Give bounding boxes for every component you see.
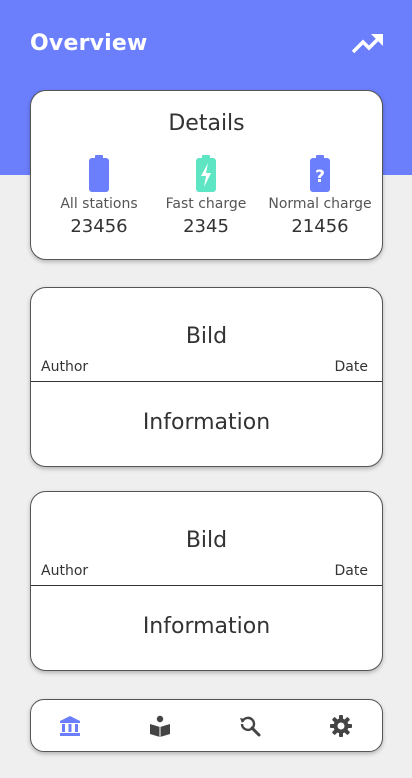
- nav-item-search[interactable]: [238, 714, 262, 738]
- page-title: Overview: [30, 31, 148, 56]
- stat-label: All stations: [60, 196, 138, 212]
- gear-icon: [330, 715, 352, 737]
- battery-icon: [89, 155, 109, 192]
- author-label: Author: [41, 563, 89, 579]
- stat-label: Normal charge: [268, 196, 372, 212]
- information-text: Information: [142, 410, 271, 435]
- details-card: Details All stations 23456 Fast charge 2…: [30, 90, 383, 260]
- nav-item-home[interactable]: [58, 714, 82, 738]
- battery-unknown-icon: ?: [310, 155, 330, 192]
- content-card[interactable]: Bild Author Date Information: [30, 287, 383, 467]
- image-placeholder: Bild: [185, 528, 228, 553]
- svg-text:?: ?: [315, 167, 325, 187]
- information-text: Information: [142, 614, 271, 639]
- book-reader-icon: [150, 715, 170, 737]
- details-title: Details: [168, 111, 245, 136]
- trending-up-icon[interactable]: [351, 32, 385, 56]
- card-divider: [31, 381, 382, 382]
- battery-charging-icon: [196, 155, 216, 192]
- nav-item-read[interactable]: [148, 714, 172, 738]
- stat-normal-charge: ? Normal charge 21456: [260, 155, 380, 237]
- card-divider: [31, 585, 382, 586]
- content-card[interactable]: Bild Author Date Information: [30, 491, 383, 671]
- stat-value: 21456: [291, 216, 349, 237]
- nav-item-settings[interactable]: [329, 714, 353, 738]
- date-label: Date: [334, 563, 368, 579]
- stat-value: 2345: [183, 216, 229, 237]
- date-label: Date: [334, 359, 368, 375]
- stat-label: Fast charge: [165, 196, 247, 212]
- search-refresh-icon: [240, 716, 261, 737]
- image-placeholder: Bild: [185, 324, 228, 349]
- stat-value: 23456: [70, 216, 128, 237]
- stat-all-stations: All stations 23456: [39, 155, 159, 237]
- bottom-navigation: [30, 699, 383, 752]
- stat-fast-charge: Fast charge 2345: [146, 155, 266, 237]
- bank-icon: [60, 716, 80, 736]
- author-label: Author: [41, 359, 89, 375]
